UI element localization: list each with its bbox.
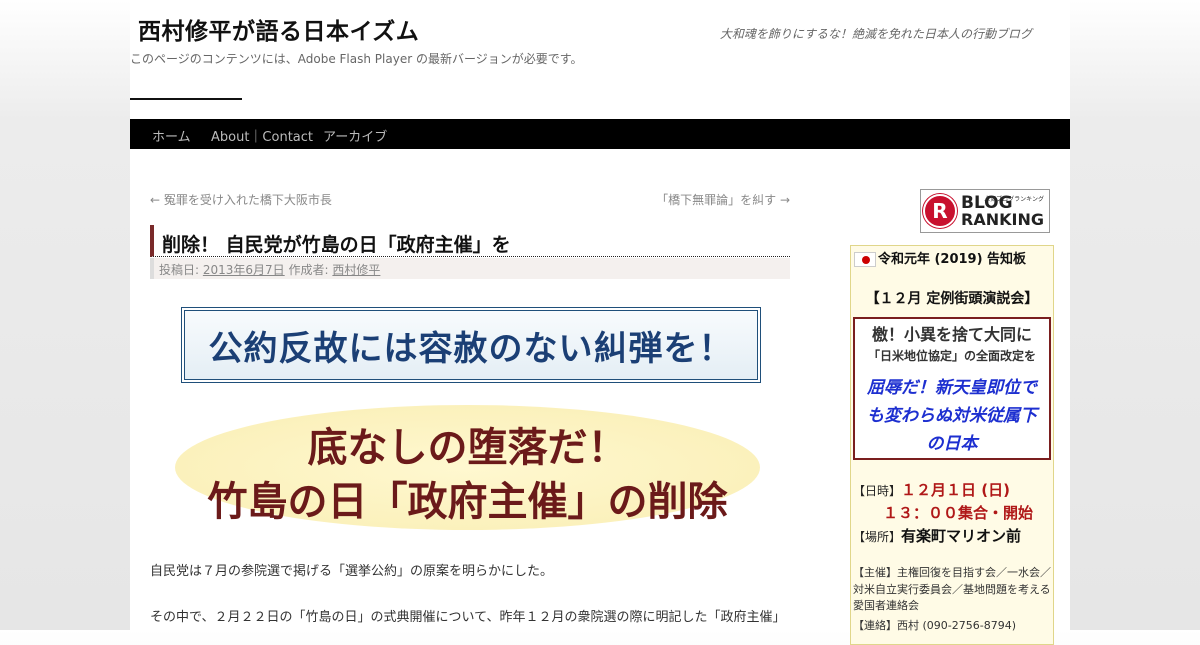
flash-player-notice: このページのコンテンツには、Adobe Flash Player の最新バージョ… — [130, 52, 583, 66]
blog-ranking-sub: 人気ブログランキング — [984, 196, 1044, 203]
time-value: １３：００集合・開始 — [883, 504, 1034, 522]
sidebar-notice-board: 令和元年 (2019) 告知板 【１２月 定例街頭演説会】 檄！小異を捨て大同に… — [850, 245, 1054, 645]
posted-label: 投稿日: — [159, 263, 200, 277]
event-headline-2: も変わらぬ対米従属下 — [867, 406, 1037, 426]
header-divider — [130, 98, 242, 100]
site-description: 大和魂を飾りにするな！絶滅を免れた日本人の行動ブログ — [719, 27, 1032, 41]
post-date-link[interactable]: 2013年6月7日 — [203, 263, 285, 277]
notice-board-title: 令和元年 (2019) 告知板 — [877, 252, 1027, 267]
blog-ranking-logo-icon: R — [923, 194, 957, 228]
page-container: 西村修平が語る日本イズム 大和魂を飾りにするな！絶滅を免れた日本人の行動ブログ … — [130, 0, 1070, 645]
banner-slogan-text: 公約反故には容赦のない糾弾を！ — [208, 328, 734, 369]
event-flyer: 檄！小異を捨て大同に 「日米地位協定」の全面改定を 屈辱だ！新天皇即位で も変わ… — [853, 317, 1051, 460]
blog-ranking-banner[interactable]: R BLOG RANKING 人気ブログランキング — [920, 189, 1050, 233]
banner-headline: 底なしの堕落だ！ 竹島の日「政府主催」の削除 — [175, 405, 760, 530]
post-title[interactable]: 削除！ 自民党が竹島の日「政府主催」を — [162, 230, 511, 257]
blog-ranking-line2: RANKING — [961, 209, 1044, 229]
post-author-link[interactable]: 西村修平 — [332, 263, 380, 277]
post-paragraph: その中で、２月２２日の「竹島の日」の式典開催について、昨年１２月の衆院選の際に明… — [150, 610, 786, 625]
event-host: 【主催】主権回復を目指す会／一水会／対米自立実行委員会／基地問題を考える愛国者連… — [853, 566, 1051, 612]
post-paragraph: 自民党は７月の参院選で掲げる「選挙公約」の原案を明らかにした。 — [150, 564, 554, 579]
banner-headline-line2: 竹島の日「政府主催」の削除 — [207, 479, 728, 525]
event-heading: 【１２月 定例街頭演説会】 — [865, 291, 1039, 307]
post-meta-text: 投稿日: 2013年6月7日 作成者: 西村修平 — [159, 261, 380, 278]
nav-item-about-contact[interactable]: About｜Contact — [211, 126, 313, 145]
banner-slogan: 公約反故には容赦のない糾弾を！ — [181, 307, 761, 383]
date-label: 【日時】 — [853, 484, 902, 498]
event-subtitle: 「日米地位協定」の全面改定を — [867, 349, 1036, 363]
event-time: １３：００集合・開始 — [883, 502, 1033, 523]
main-nav: ホーム About｜Contact アーカイブ — [130, 119, 1070, 149]
nav-item-home[interactable]: ホーム — [152, 126, 191, 145]
event-place: 【場所】有楽町マリオン前 — [853, 525, 1021, 546]
next-post-link[interactable]: 「橋下無罪論」を糾す → — [656, 191, 790, 208]
banner-slogan-inner: 公約反故には容赦のない糾弾を！ — [184, 310, 758, 380]
prev-post-link[interactable]: ← 冤罪を受け入れた橋下大阪市長 — [150, 191, 332, 208]
place-value: 有楽町マリオン前 — [901, 527, 1022, 545]
event-date: 【日時】１２月１日 (日) — [853, 479, 1010, 500]
place-label: 【場所】 — [853, 530, 902, 544]
date-value: １２月１日 (日) — [901, 481, 1010, 499]
site-title[interactable]: 西村修平が語る日本イズム — [138, 12, 419, 46]
event-headline-1: 屈辱だ！新天皇即位で — [867, 378, 1037, 398]
author-label: 作成者: — [288, 263, 329, 277]
post-meta: 投稿日: 2013年6月7日 作成者: 西村修平 — [150, 258, 790, 279]
nav-item-archive[interactable]: アーカイブ — [323, 126, 387, 145]
post-title-box: 削除！ 自民党が竹島の日「政府主催」を — [150, 225, 790, 257]
event-contact: 【連絡】西村 (090-2756-8794) — [853, 619, 1017, 632]
banner-headline-line1: 底なしの堕落だ！ — [307, 425, 628, 471]
event-slogan: 檄！小異を捨て大同に — [871, 325, 1032, 344]
event-headline-3: の日本 — [926, 434, 978, 454]
